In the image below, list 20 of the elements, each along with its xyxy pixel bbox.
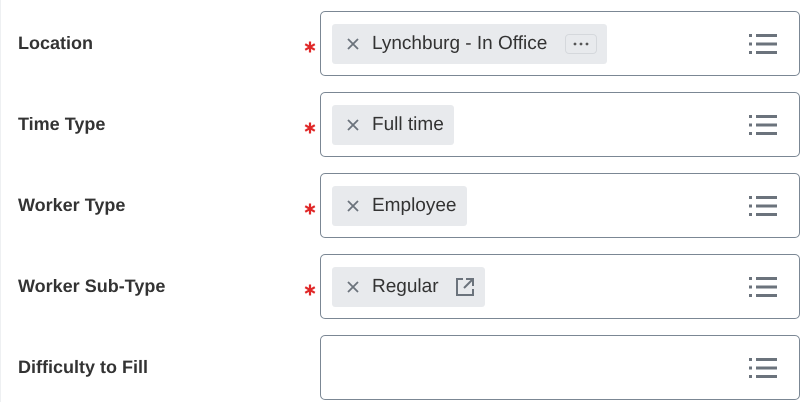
pill-text: Employee (372, 194, 456, 216)
field-label: Worker Sub-Type (17, 276, 166, 297)
more-icon[interactable] (565, 34, 598, 54)
field-label: Difficulty to Fill (17, 357, 149, 378)
field-label: Location (17, 33, 94, 54)
remove-icon[interactable] (346, 198, 360, 212)
multi-select-field[interactable]: Regular (320, 254, 800, 319)
multi-select-field[interactable]: Employee (320, 173, 800, 238)
multi-select-field[interactable]: Full time (320, 92, 800, 157)
pill-text: Regular (372, 276, 439, 298)
remove-icon[interactable] (346, 118, 360, 132)
pill-text: Lynchburg - In Office (372, 32, 548, 54)
multi-select-field[interactable] (320, 335, 800, 400)
field-label: Time Type (17, 114, 106, 135)
remove-icon[interactable] (346, 36, 360, 50)
external-link-icon[interactable] (454, 276, 475, 296)
multi-select-field[interactable]: Lynchburg - In Office (320, 11, 800, 76)
field-label: Worker Type (17, 195, 126, 216)
remove-icon[interactable] (346, 280, 360, 294)
pill-text: Full time (372, 114, 444, 136)
